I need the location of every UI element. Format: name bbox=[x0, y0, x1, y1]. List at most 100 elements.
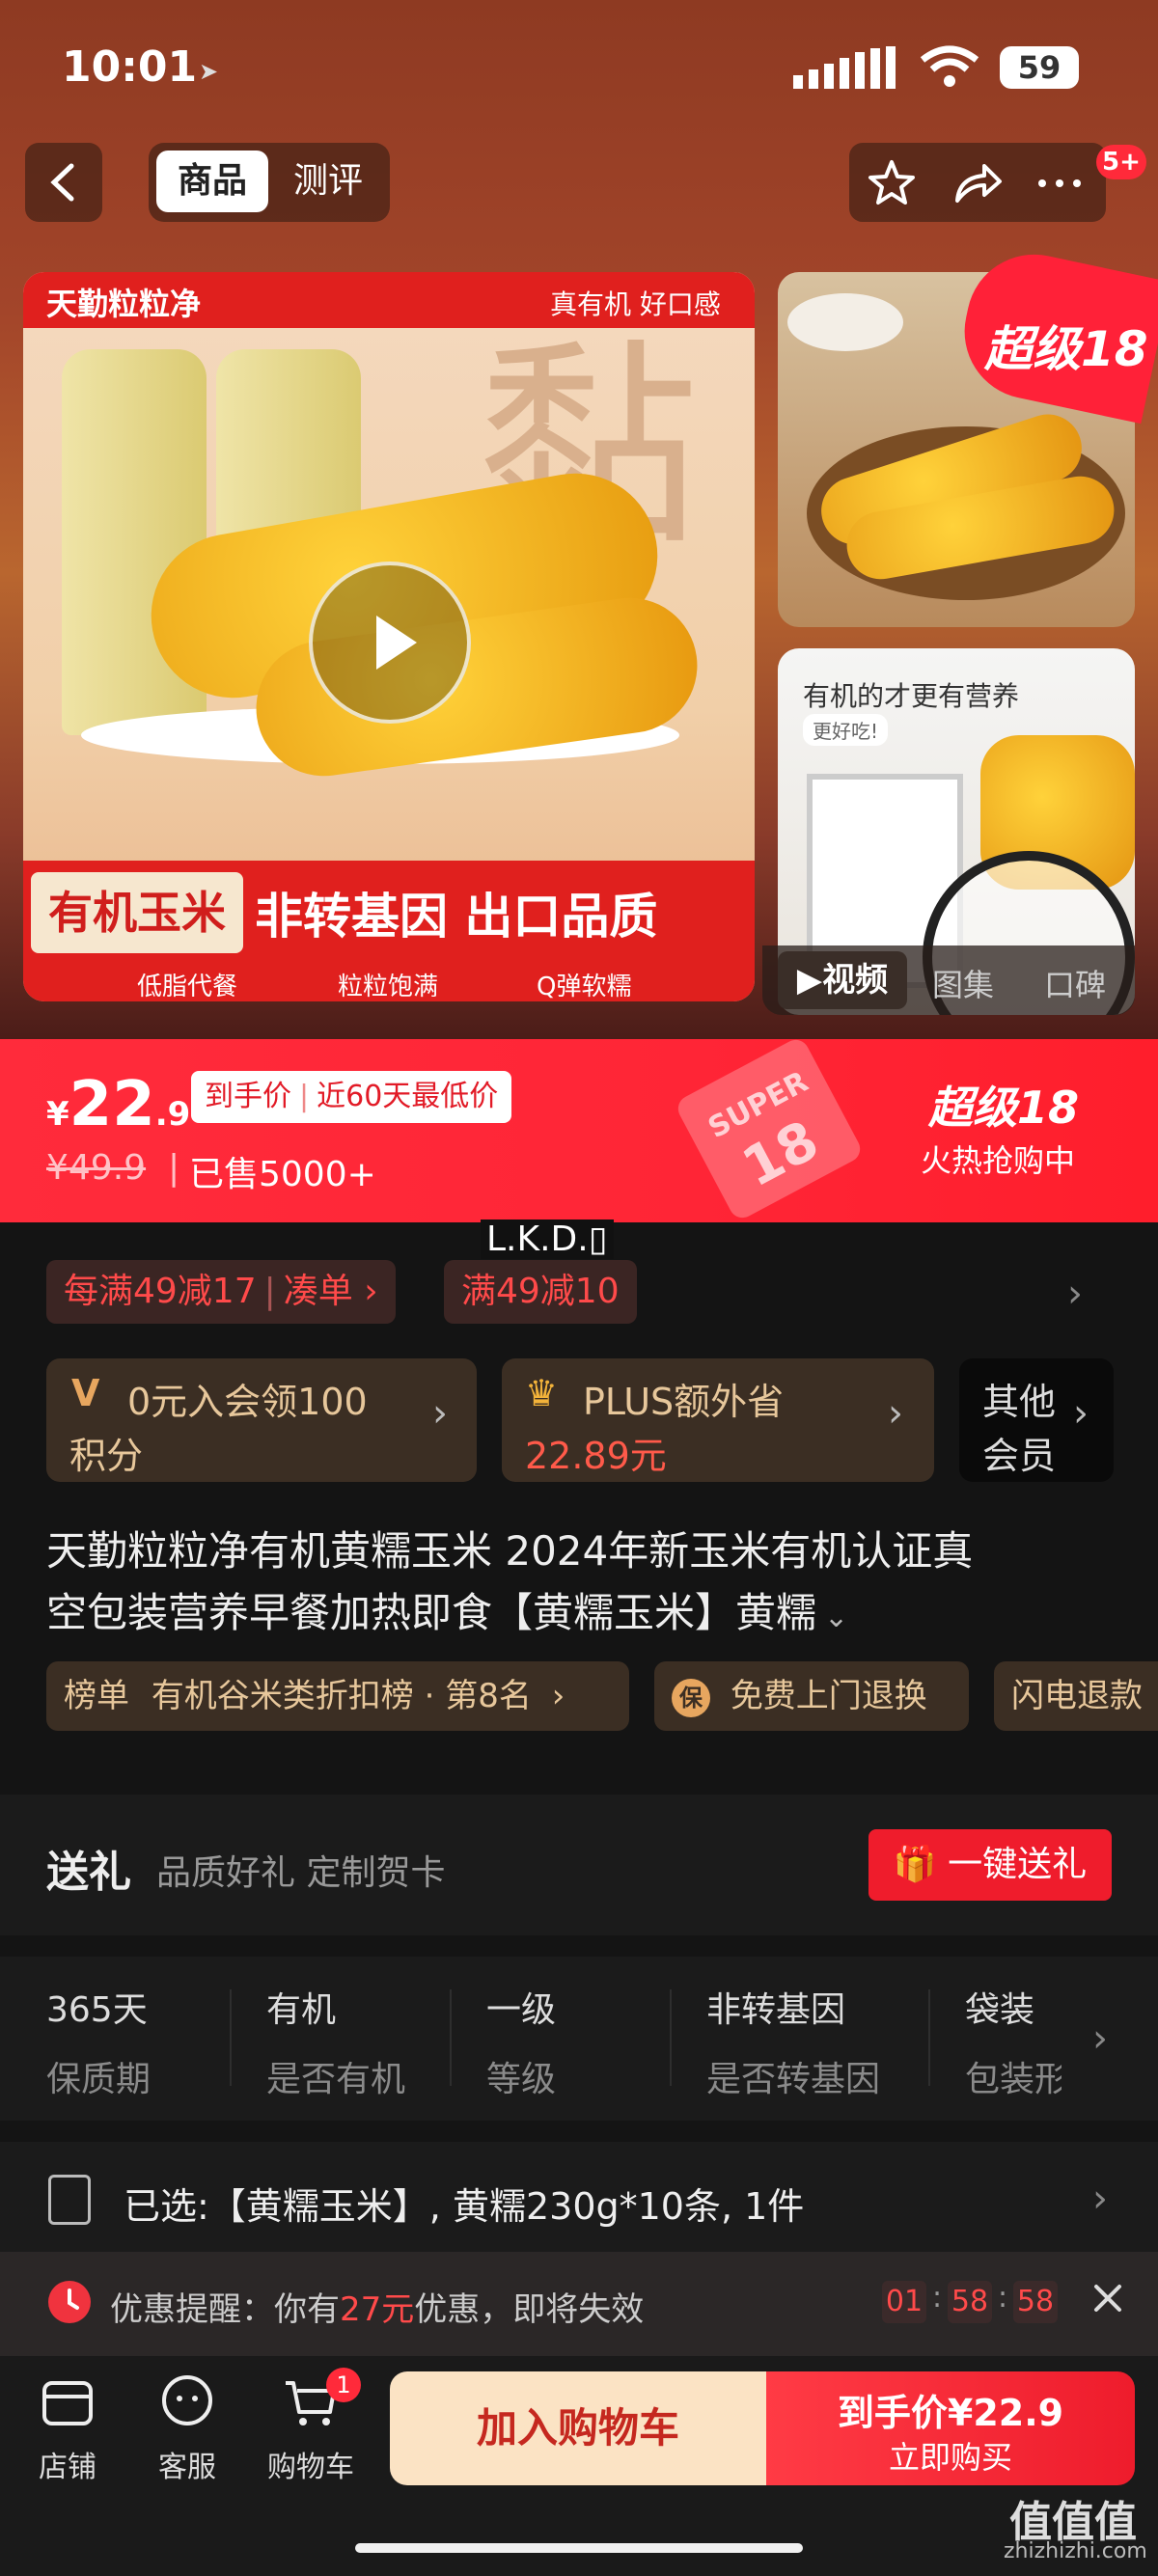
coupon-1-action: 凑单 bbox=[283, 1272, 353, 1311]
tab-review[interactable]: 测评 bbox=[274, 151, 382, 212]
other-member-card[interactable]: 其他 会员 › bbox=[959, 1358, 1114, 1482]
chevron-right-icon: › bbox=[551, 1677, 565, 1715]
spec-key: 保质期 bbox=[46, 2060, 152, 2099]
brand-label: 天勤粒粒净 bbox=[46, 286, 202, 322]
spec-value: 有机 bbox=[266, 1990, 337, 2030]
play-button[interactable] bbox=[309, 562, 471, 724]
cart-button[interactable]: 1 购物车 bbox=[253, 2368, 369, 2487]
chevron-left-icon bbox=[50, 163, 74, 202]
cart-badge: 1 bbox=[326, 2368, 361, 2402]
promo-badge: 超级18 bbox=[984, 321, 1148, 377]
gift-button[interactable]: 🎁 一键送礼 bbox=[868, 1829, 1112, 1901]
add-to-cart-button[interactable]: 加入购物车 bbox=[390, 2371, 766, 2485]
chevron-down-icon: ⌄ bbox=[824, 1601, 849, 1634]
more-icon[interactable] bbox=[1029, 156, 1090, 210]
reminder-suffix: 优惠，即将失效 bbox=[414, 2290, 645, 2329]
member-join-line1: 0元入会领100 bbox=[127, 1381, 368, 1423]
wifi-icon bbox=[919, 44, 980, 93]
product-title-line2[interactable]: 空包装营养早餐加热即食【黄糯玉米】黄糯 ⌄ bbox=[46, 1580, 848, 1639]
original-price: ¥49.9 bbox=[46, 1148, 147, 1188]
main-product-image[interactable]: 天勤粒粒净 真有机 好口感 黏 有机玉米 非转基因 出口品质 低脂代餐 粒粒饱满… bbox=[23, 272, 755, 1001]
event-title: 超级18 bbox=[928, 1082, 1080, 1134]
coupon-2[interactable]: 满49减10 bbox=[444, 1260, 637, 1324]
service-badge-refund[interactable]: 闪电退款 bbox=[994, 1661, 1158, 1731]
price-integer: 22 bbox=[69, 1069, 155, 1140]
other-member-line2: 会员 bbox=[982, 1435, 1057, 1477]
coupon-1[interactable]: 每满49减17 | 凑单 › bbox=[46, 1260, 396, 1324]
tab-product[interactable]: 商品 bbox=[156, 151, 268, 212]
member-join-line2: 积分 bbox=[69, 1435, 144, 1477]
buy-now-button[interactable]: 到手价¥22.9 立即购买 bbox=[766, 2371, 1135, 2485]
overlay-watermark: L.K.D.▯ bbox=[481, 1219, 614, 1259]
clock-icon bbox=[48, 2281, 91, 2323]
shop-button[interactable]: 店铺 bbox=[10, 2371, 125, 2487]
chat-icon bbox=[162, 2375, 212, 2425]
divider bbox=[928, 1989, 930, 2086]
spec-value: 袋装 bbox=[965, 1990, 1035, 2030]
tab-segment: 商品 测评 bbox=[149, 143, 390, 222]
coupon-more-chevron[interactable]: › bbox=[1067, 1272, 1083, 1316]
rank-label: 榜单 bbox=[64, 1677, 129, 1715]
service-label: 免费上门退换 bbox=[730, 1677, 927, 1715]
media-tab-gallery[interactable]: 图集 bbox=[932, 961, 994, 1005]
media-tab-video[interactable]: ▶视频 bbox=[778, 951, 907, 1009]
plus-saving-card[interactable]: ♛ PLUS额外省 22.89元 › bbox=[502, 1358, 934, 1482]
event-subtitle: 火热抢购中 bbox=[921, 1142, 1076, 1179]
media-tab-label: 视频 bbox=[822, 961, 889, 1000]
sub-tag: Q弹软糯 bbox=[537, 973, 632, 1001]
service-badge-return[interactable]: 保 免费上门退换 bbox=[654, 1661, 969, 1731]
selected-sku: 已选:【黄糯玉米】, 黄糯230g*10条, 1件 bbox=[124, 2185, 805, 2228]
ranking-badge[interactable]: 榜单 有机谷米类折扣榜 · 第8名 › bbox=[46, 1661, 629, 1731]
location-icon: ➤ bbox=[199, 58, 219, 85]
close-icon[interactable] bbox=[1085, 2275, 1131, 2325]
chevron-right-icon: › bbox=[1092, 2177, 1108, 2221]
media-tab-reviews[interactable]: 口碑 bbox=[1044, 961, 1106, 1005]
back-button[interactable] bbox=[25, 143, 102, 222]
countdown-seconds: 58 bbox=[1013, 2281, 1058, 2323]
member-join-card[interactable]: V 0元入会领100 积分 › bbox=[46, 1358, 477, 1482]
rank-text: 有机谷米类折扣榜 · 第8名 bbox=[151, 1677, 532, 1715]
main-slogan: 非转基因 出口品质 bbox=[255, 889, 658, 945]
spec-key: 等级 bbox=[486, 2060, 557, 2099]
service-button[interactable]: 客服 bbox=[129, 2371, 245, 2487]
price-divider: | bbox=[168, 1148, 180, 1188]
buy-price: 到手价¥22.9 bbox=[837, 2392, 1064, 2434]
shop-label: 店铺 bbox=[39, 2451, 96, 2484]
organic-tag: 有机玉米 bbox=[31, 872, 243, 953]
service-label: 客服 bbox=[158, 2451, 216, 2484]
reminder-prefix: 优惠提醒：你有 bbox=[110, 2290, 340, 2329]
sold-count: 已售5000+ bbox=[189, 1155, 376, 1194]
divider bbox=[450, 1989, 452, 2086]
chevron-right-icon: › bbox=[352, 1272, 378, 1311]
thumbnail-title: 有机的才更有营养 bbox=[803, 680, 1020, 712]
spec-value: 非转基因 bbox=[706, 1990, 846, 2030]
shop-icon bbox=[42, 2381, 93, 2425]
cart-label: 购物车 bbox=[267, 2451, 354, 2484]
countdown-sep: : bbox=[932, 2281, 943, 2315]
plus-line1: PLUS额外省 bbox=[583, 1381, 785, 1423]
countdown-minutes: 58 bbox=[948, 2281, 992, 2323]
signal-icon bbox=[793, 46, 909, 95]
price-currency: ¥ bbox=[46, 1095, 69, 1134]
price-tag-a: 到手价 bbox=[205, 1080, 291, 1113]
spec-key: 包装形 bbox=[965, 2060, 1062, 2099]
chevron-right-icon: › bbox=[432, 1391, 448, 1436]
reminder-text: 优惠提醒：你有27元优惠，即将失效 bbox=[110, 2283, 644, 2330]
spec-key: 是否有机 bbox=[266, 2060, 406, 2099]
share-icon[interactable] bbox=[950, 156, 1004, 210]
thumbnail-subtitle: 更好吃! bbox=[803, 714, 889, 746]
divider bbox=[230, 1989, 232, 2086]
banner-tags: 真有机 好口感 bbox=[550, 288, 721, 320]
favorite-star-icon[interactable] bbox=[865, 156, 919, 210]
chevron-right-icon[interactable]: › bbox=[1092, 2016, 1108, 2061]
gift-icon: 🎁 bbox=[893, 1845, 937, 1884]
action-group bbox=[849, 143, 1106, 222]
price-tag: 到手价 | 近60天最低价 bbox=[191, 1071, 512, 1123]
battery-indicator: 59 bbox=[1000, 46, 1079, 89]
bowl-image bbox=[787, 293, 903, 351]
gift-button-label: 一键送礼 bbox=[948, 1845, 1088, 1884]
plus-line2: 22.89元 bbox=[525, 1435, 667, 1477]
countdown-sep: : bbox=[998, 2281, 1008, 2315]
price-tag-b: 近60天最低价 bbox=[317, 1080, 499, 1113]
gift-subtitle: 品质好礼 定制贺卡 bbox=[156, 1853, 446, 1893]
